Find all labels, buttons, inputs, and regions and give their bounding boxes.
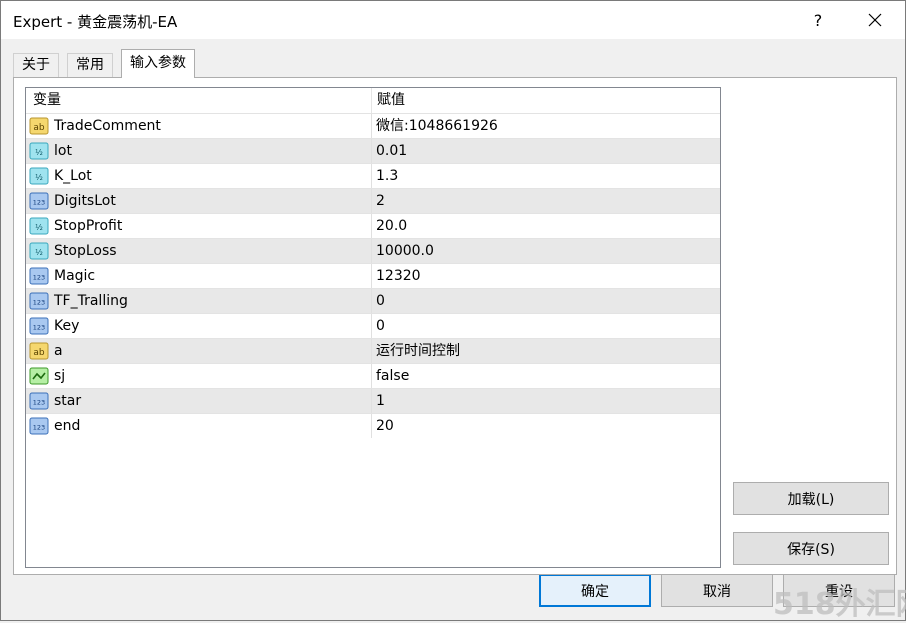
parameter-name: Key — [54, 318, 80, 334]
save-button[interactable]: 保存(S) — [733, 532, 889, 565]
close-icon — [868, 13, 882, 27]
cell-divider — [371, 264, 372, 288]
parameter-name: DigitsLot — [54, 193, 116, 209]
table-row[interactable]: ½ K_Lot 1.3 — [26, 163, 720, 188]
half-double-icon: ½ — [29, 166, 49, 186]
table-row[interactable]: 123 Key 0 — [26, 313, 720, 338]
123-integer-icon: 123 — [29, 191, 49, 211]
parameter-value[interactable]: 1 — [376, 389, 385, 413]
parameter-name: K_Lot — [54, 168, 92, 184]
parameter-value[interactable]: 0 — [376, 289, 385, 313]
table-row[interactable]: ab TradeComment 微信:1048661926 — [26, 113, 720, 138]
table-row[interactable]: 123 end 20 — [26, 413, 720, 438]
half-double-icon: ½ — [29, 141, 49, 161]
parameter-value[interactable]: 12320 — [376, 264, 421, 288]
parameters-grid: 变量 赋值 ab TradeComment 微信:1048661926 ½ lot 0.0… — [25, 87, 721, 568]
parameter-name: sj — [54, 368, 66, 384]
expert-dialog: Expert - 黄金震荡机-EA ? 关于 常用 输入参数 变量 赋值 ab T… — [0, 0, 906, 622]
svg-text:ab: ab — [33, 348, 45, 358]
parameter-value[interactable]: 运行时间控制 — [376, 339, 460, 363]
column-header-value[interactable]: 赋值 — [377, 88, 405, 113]
cancel-button[interactable]: 取消 — [661, 574, 773, 607]
ab-string-icon: ab — [29, 341, 49, 361]
cell-divider — [371, 214, 372, 238]
table-row[interactable]: 123 DigitsLot 2 — [26, 188, 720, 213]
cell-divider — [371, 364, 372, 388]
cell-divider — [371, 314, 372, 338]
ok-button[interactable]: 确定 — [539, 574, 651, 607]
cell-divider — [371, 189, 372, 213]
grid-header: 变量 赋值 — [26, 88, 720, 113]
123-integer-icon: 123 — [29, 416, 49, 436]
svg-text:123: 123 — [33, 299, 45, 307]
parameter-value[interactable]: 20.0 — [376, 214, 407, 238]
parameter-value[interactable]: 微信:1048661926 — [376, 114, 498, 138]
cell-divider — [371, 289, 372, 313]
tab-inputs[interactable]: 输入参数 — [121, 49, 195, 78]
123-integer-icon: 123 — [29, 391, 49, 411]
parameter-name: StopLoss — [54, 243, 117, 259]
tab-common[interactable]: 常用 — [67, 53, 113, 77]
parameter-value[interactable]: 0.01 — [376, 139, 407, 163]
ab-string-icon: ab — [29, 116, 49, 136]
cell-divider — [371, 139, 372, 163]
grid-rows: ab TradeComment 微信:1048661926 ½ lot 0.01 ½ K_Lo… — [26, 113, 720, 438]
help-icon: ? — [813, 10, 823, 30]
table-row[interactable]: ½ lot 0.01 — [26, 138, 720, 163]
cell-divider — [371, 114, 372, 138]
parameter-name: TF_Tralling — [54, 293, 128, 309]
parameter-name: lot — [54, 143, 72, 159]
tab-about[interactable]: 关于 — [13, 53, 59, 77]
svg-text:½: ½ — [35, 173, 43, 182]
bool-toggle-icon — [29, 366, 49, 386]
parameter-value[interactable]: 0 — [376, 314, 385, 338]
svg-text:123: 123 — [33, 274, 45, 282]
parameter-value[interactable]: 1.3 — [376, 164, 398, 188]
close-button[interactable] — [852, 1, 898, 39]
svg-text:123: 123 — [33, 324, 45, 332]
cell-divider — [371, 389, 372, 413]
parameter-name: Magic — [54, 268, 96, 284]
cell-divider — [371, 239, 372, 263]
parameter-name: end — [54, 418, 81, 434]
inputs-panel: 变量 赋值 ab TradeComment 微信:1048661926 ½ lot 0.0… — [13, 77, 897, 575]
parameter-value[interactable]: 20 — [376, 414, 394, 438]
table-row[interactable]: ½ StopProfit 20.0 — [26, 213, 720, 238]
table-row[interactable]: ab a 运行时间控制 — [26, 338, 720, 363]
123-integer-icon: 123 — [29, 291, 49, 311]
table-row[interactable]: 123 Magic 12320 — [26, 263, 720, 288]
parameter-name: star — [54, 393, 82, 409]
parameter-value[interactable]: false — [376, 364, 409, 388]
svg-text:½: ½ — [35, 148, 43, 157]
table-row[interactable]: 123 TF_Tralling 0 — [26, 288, 720, 313]
column-header-variable[interactable]: 变量 — [33, 88, 61, 113]
window-title: Expert - 黄金震荡机-EA — [13, 13, 178, 31]
table-row[interactable]: 123 star 1 — [26, 388, 720, 413]
123-integer-icon: 123 — [29, 266, 49, 286]
watermark-logo: 518外汇网 — [773, 587, 906, 622]
parameter-value[interactable]: 10000.0 — [376, 239, 434, 263]
svg-text:123: 123 — [33, 199, 45, 207]
column-divider[interactable] — [371, 88, 372, 113]
half-double-icon: ½ — [29, 241, 49, 261]
cell-divider — [371, 164, 372, 188]
help-button[interactable]: ? — [795, 1, 841, 39]
svg-text:123: 123 — [33, 424, 45, 432]
cell-divider — [371, 414, 372, 438]
table-row[interactable]: ½ StopLoss 10000.0 — [26, 238, 720, 263]
123-integer-icon: 123 — [29, 316, 49, 336]
title-bar: Expert - 黄金震荡机-EA ? — [1, 1, 905, 39]
load-button[interactable]: 加载(L) — [733, 482, 889, 515]
parameter-name: TradeComment — [54, 118, 161, 134]
svg-text:½: ½ — [35, 248, 43, 257]
svg-text:ab: ab — [33, 123, 45, 133]
parameter-value[interactable]: 2 — [376, 189, 385, 213]
svg-text:123: 123 — [33, 399, 45, 407]
svg-text:½: ½ — [35, 223, 43, 232]
table-row[interactable]: sj false — [26, 363, 720, 388]
cell-divider — [371, 339, 372, 363]
parameter-name: a — [54, 343, 63, 359]
half-double-icon: ½ — [29, 216, 49, 236]
parameter-name: StopProfit — [54, 218, 123, 234]
